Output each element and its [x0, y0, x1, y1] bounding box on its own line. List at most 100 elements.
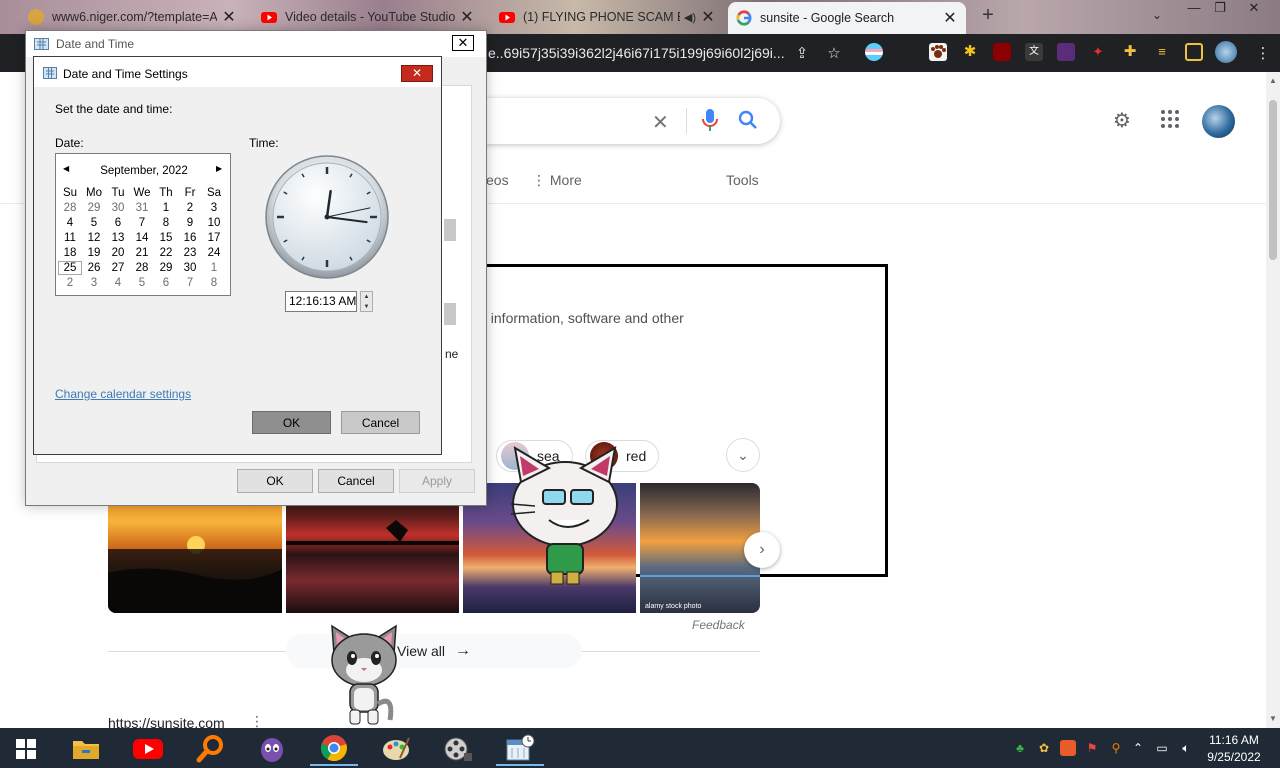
reading-list-icon[interactable]: ≡ [1153, 43, 1171, 61]
result-url[interactable]: https://sunsite.com [108, 715, 225, 728]
calendar-day[interactable]: 6 [154, 276, 178, 290]
calendar-day[interactable]: 4 [106, 276, 130, 290]
google-apps-icon[interactable] [1160, 109, 1180, 135]
paint-palette-icon[interactable] [372, 732, 420, 766]
volume-icon[interactable]: 🔈︎ [1178, 740, 1194, 756]
clear-search-icon[interactable]: ✕ [652, 110, 669, 135]
bookmark-star-icon[interactable]: ☆ [823, 42, 845, 64]
taskbar-clock-time[interactable]: 11:16 AM [1200, 733, 1268, 747]
calendar-day[interactable]: 5 [130, 276, 154, 290]
extension-runner-icon[interactable]: ✱ [961, 43, 979, 61]
extension-figure-icon[interactable] [1057, 43, 1075, 61]
close-icon[interactable]: ✕ [700, 7, 716, 27]
calendar-day[interactable]: 1 [154, 201, 178, 215]
chevron-down-icon[interactable]: ⌄ [726, 438, 760, 472]
new-tab-button[interactable]: + [978, 5, 998, 26]
calendar-day[interactable]: 2 [178, 201, 202, 215]
calendar-day[interactable]: 8 [202, 276, 226, 290]
calendar-day[interactable]: 30 [178, 261, 202, 275]
result-menu-icon[interactable]: ⋮ [250, 713, 264, 728]
browser-tab[interactable]: (1) FLYING PHONE SCAM EX ◀) ✕ [491, 2, 724, 32]
extension-text-icon[interactable]: 文 [1025, 43, 1043, 61]
calendar-day[interactable]: 17 [202, 231, 226, 245]
calendar-day[interactable]: 3 [202, 201, 226, 215]
calendar-day[interactable]: 12 [82, 231, 106, 245]
file-explorer-icon[interactable] [62, 732, 110, 766]
calendar-day[interactable]: 10 [202, 216, 226, 230]
time-input[interactable]: 12:16:13 AM [285, 291, 357, 312]
close-icon[interactable]: ✕ [459, 7, 475, 27]
calendar-day[interactable]: 23 [178, 246, 202, 260]
browser-tab-active[interactable]: sunsite - Google Search ✕ [728, 2, 966, 34]
next-month-icon[interactable]: ▶ [216, 164, 222, 173]
tray-app-icon[interactable]: ♣ [1012, 740, 1028, 756]
nav-videos-fragment[interactable]: eos [486, 172, 509, 188]
window-close-icon[interactable]: ✕ [1242, 0, 1266, 20]
sunset-image[interactable] [640, 483, 760, 613]
calendar-day[interactable]: 27 [106, 261, 130, 275]
account-avatar[interactable] [1202, 105, 1235, 138]
network-icon[interactable]: ▭ [1154, 740, 1170, 756]
calendar-day[interactable]: 11 [58, 231, 82, 245]
date-time-icon[interactable] [496, 732, 544, 766]
calendar-day[interactable]: 18 [58, 246, 82, 260]
youtube-icon[interactable] [124, 732, 172, 766]
calendar-day[interactable]: 31 [130, 201, 154, 215]
purple-monkey-icon[interactable] [248, 732, 296, 766]
close-icon[interactable]: ✕ [221, 7, 237, 27]
calendar-day[interactable]: 9 [178, 216, 202, 230]
calendar-control[interactable]: ◀ September, 2022 ▶ Su Mo Tu We Th Fr Sa 28 29 30… [55, 153, 231, 296]
taskbar-clock-date[interactable]: 9/25/2022 [1200, 750, 1268, 764]
calendar-day[interactable]: 16 [178, 231, 202, 245]
calendar-day[interactable]: 29 [154, 261, 178, 275]
calendar-day[interactable]: 2 [58, 276, 82, 290]
tray-flag-icon[interactable]: ⚑ [1084, 740, 1100, 756]
calendar-day[interactable]: 8 [154, 216, 178, 230]
extension-flag-icon[interactable] [865, 43, 883, 61]
tray-app-icon[interactable]: ✿ [1036, 740, 1052, 756]
calendar-day[interactable]: 29 [82, 201, 106, 215]
calendar-day[interactable]: 15 [154, 231, 178, 245]
chevron-right-icon[interactable]: › [744, 532, 780, 568]
calendar-day[interactable]: 7 [130, 216, 154, 230]
calendar-day[interactable]: 5 [82, 216, 106, 230]
ok-button[interactable]: OK [252, 411, 331, 434]
calendar-day[interactable]: 28 [130, 261, 154, 275]
close-icon[interactable]: ✕ [452, 35, 474, 51]
nav-more[interactable]: ⋮ More [532, 172, 582, 189]
calendar-day[interactable]: 14 [130, 231, 154, 245]
calendar-day[interactable]: 21 [130, 246, 154, 260]
scroll-thumb[interactable] [1269, 100, 1277, 260]
browser-tab[interactable]: www6.niger.com/?template=ARI ✕ [20, 2, 245, 32]
share-icon[interactable]: ⇪ [791, 42, 813, 64]
calendar-day[interactable]: 19 [82, 246, 106, 260]
calendar-day-selected[interactable]: 25 [58, 261, 82, 275]
tray-search-icon[interactable]: ⚲ [1108, 740, 1124, 756]
calendar-day[interactable]: 24 [202, 246, 226, 260]
dialog-titlebar[interactable]: Date and Time Settings ✕ [34, 57, 441, 87]
calendar-day[interactable]: 4 [58, 216, 82, 230]
browser-tab[interactable]: Video details - YouTube Studio ✕ [253, 2, 483, 32]
calendar-day[interactable]: 1 [202, 261, 226, 275]
calendar-day[interactable]: 13 [106, 231, 130, 245]
calendar-day[interactable]: 26 [82, 261, 106, 275]
menu-dots-icon[interactable]: ⋮ [1252, 42, 1274, 64]
extension-paw-icon[interactable] [929, 43, 947, 61]
scroll-up-icon[interactable]: ▲ [1269, 76, 1277, 85]
apply-button[interactable]: Apply [399, 469, 475, 493]
calendar-day[interactable]: 6 [106, 216, 130, 230]
speaker-icon[interactable]: ◀) [684, 11, 696, 24]
nav-tools[interactable]: Tools [726, 172, 759, 188]
windows-start-icon[interactable] [2, 732, 50, 766]
minimize-icon[interactable]: — [1182, 0, 1206, 20]
ok-button[interactable]: OK [237, 469, 313, 493]
calendar-day[interactable]: 20 [106, 246, 130, 260]
calendar-day[interactable]: 28 [58, 201, 82, 215]
tab-search-icon[interactable]: ⌄ [1152, 8, 1162, 22]
extension-red-icon[interactable]: ✦ [1089, 43, 1107, 61]
microphone-icon[interactable] [702, 108, 718, 138]
calendar-month-title[interactable]: September, 2022 [56, 165, 232, 177]
page-scrollbar[interactable]: ▲ ▼ [1266, 72, 1280, 728]
extensions-puzzle-icon[interactable]: ✚ [1121, 43, 1139, 61]
close-icon[interactable]: ✕ [401, 65, 433, 82]
